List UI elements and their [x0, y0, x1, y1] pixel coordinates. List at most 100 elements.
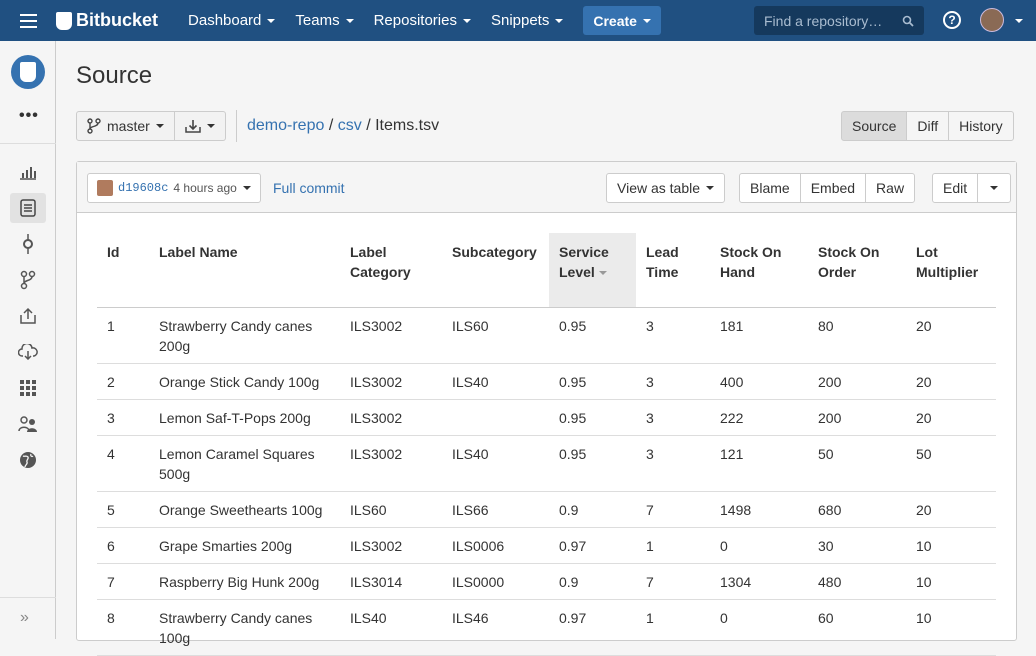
column-header[interactable]: Id	[97, 233, 149, 308]
table-cell: Grape Smarties 200g	[149, 527, 340, 564]
branch-icon	[87, 118, 101, 134]
table-cell: 2	[97, 363, 149, 400]
source-icon[interactable]	[10, 193, 46, 223]
table-cell: 121	[710, 435, 808, 492]
table-row: 7 Raspberry Big Hunk 200g ILS3014 ILS0000 0.…	[97, 563, 996, 600]
download-icon	[185, 120, 201, 133]
users-icon[interactable]	[10, 409, 46, 439]
branches-icon[interactable]	[10, 265, 46, 295]
overview-icon[interactable]	[10, 157, 46, 187]
embed-button[interactable]: Embed	[799, 173, 867, 203]
file-viewer: d19608c 4 hours ago Full commit View as …	[76, 161, 1017, 656]
table-cell: 1	[97, 307, 149, 364]
nav-teams[interactable]: Teams	[285, 0, 363, 41]
table-cell: ILS3002	[340, 527, 442, 564]
table-cell: 5	[97, 491, 149, 528]
column-header-label: Lead Time	[646, 244, 679, 280]
tab-diff[interactable]: Diff	[906, 111, 950, 141]
table-cell: 10	[906, 599, 996, 656]
create-button[interactable]: Create	[583, 6, 661, 35]
table-cell: 0.9	[549, 563, 636, 600]
table-cell: 20	[906, 307, 996, 364]
column-header[interactable]: Label Category	[340, 233, 442, 308]
table-cell: ILS40	[442, 363, 549, 400]
column-header[interactable]: Service Level	[549, 233, 636, 308]
nav-snippets[interactable]: Snippets	[481, 0, 573, 41]
column-header[interactable]: Label Name	[149, 233, 340, 308]
column-header[interactable]: Subcategory	[442, 233, 549, 308]
author-avatar	[97, 180, 113, 196]
table-row: 6 Grape Smarties 200g ILS3002 ILS0006 0.97 1 0…	[97, 527, 996, 564]
table-cell: 0.95	[549, 435, 636, 492]
tab-source[interactable]: Source	[841, 111, 908, 141]
breadcrumb-folder-link[interactable]: csv	[338, 117, 362, 134]
view-mode-group: View as table	[606, 173, 726, 203]
chevron-down-icon[interactable]	[1015, 19, 1023, 23]
help-icon[interactable]: ?	[943, 11, 961, 29]
table-cell: 0.97	[549, 599, 636, 656]
table-cell: 3	[636, 399, 710, 436]
breadcrumb-separator: /	[366, 117, 371, 134]
search-placeholder: Find a repository…	[764, 12, 883, 29]
view-as-label: View as table	[617, 180, 701, 196]
column-header[interactable]: Lot Multiplier	[906, 233, 996, 308]
globe-icon[interactable]	[10, 445, 46, 475]
column-header-label: Lot Multiplier	[916, 244, 979, 280]
chevron-down-icon	[267, 18, 276, 23]
raw-button[interactable]: Raw	[865, 173, 916, 203]
column-header[interactable]: Stock On Hand	[710, 233, 808, 308]
table-cell: 3	[636, 307, 710, 364]
table-cell: 0.9	[549, 491, 636, 528]
table-cell: 3	[97, 399, 149, 436]
nav-dashboard[interactable]: Dashboard	[178, 0, 285, 41]
column-header-label: Id	[107, 244, 120, 260]
repo-avatar[interactable]	[11, 55, 45, 89]
file-header: d19608c 4 hours ago Full commit View as …	[77, 162, 1016, 213]
table-cell: Strawberry Candy canes 200g	[149, 307, 340, 364]
repository-search-input[interactable]: Find a repository…	[754, 6, 924, 35]
help-glyph: ?	[948, 13, 956, 27]
table-cell: ILS0000	[442, 563, 549, 600]
table-cell: 480	[808, 563, 906, 600]
commit-selector[interactable]: d19608c 4 hours ago	[87, 173, 261, 203]
search-icon	[902, 15, 914, 27]
pull-requests-icon[interactable]	[10, 301, 46, 331]
column-header-label: Stock On Hand	[720, 244, 782, 280]
bitbucket-logo[interactable]: Bitbucket	[56, 10, 158, 31]
user-avatar[interactable]	[980, 8, 1004, 32]
downloads-icon[interactable]	[10, 337, 46, 367]
table-cell: 20	[906, 363, 996, 400]
table-cell: ILS40	[340, 599, 442, 656]
nav-repositories[interactable]: Repositories	[364, 0, 481, 41]
expand-sidebar-icon[interactable]: »	[20, 609, 29, 627]
column-header[interactable]: Stock On Order	[808, 233, 906, 308]
table-cell: 20	[906, 491, 996, 528]
apps-grid-icon[interactable]	[10, 373, 46, 403]
table-cell: 20	[906, 399, 996, 436]
column-header[interactable]: Lead Time	[636, 233, 710, 308]
table-cell: 50	[906, 435, 996, 492]
column-header-label: Label Name	[159, 244, 238, 260]
sort-descending-icon	[598, 271, 607, 276]
view-as-table-dropdown[interactable]: View as table	[606, 173, 726, 203]
table-cell: 50	[808, 435, 906, 492]
table-cell: ILS3014	[340, 563, 442, 600]
table-cell: 1	[636, 527, 710, 564]
blame-button[interactable]: Blame	[739, 173, 801, 203]
divider	[0, 143, 56, 144]
tab-history[interactable]: History	[948, 111, 1014, 141]
edit-options-button[interactable]	[977, 173, 1012, 203]
table-cell: 10	[906, 563, 996, 600]
branch-selector[interactable]: master	[76, 111, 175, 141]
more-icon[interactable]: •••	[19, 107, 39, 125]
table-body: 1 Strawberry Candy canes 200g ILS3002 ILS60…	[97, 307, 996, 656]
table-cell: 200	[808, 363, 906, 400]
edit-button[interactable]: Edit	[932, 173, 979, 203]
nav-repositories-label: Repositories	[373, 12, 457, 29]
commits-icon[interactable]	[10, 229, 46, 259]
full-commit-link[interactable]: Full commit	[273, 180, 345, 196]
menu-icon[interactable]	[0, 0, 56, 41]
download-button[interactable]	[174, 111, 226, 141]
table-cell: 680	[808, 491, 906, 528]
breadcrumb-repo-link[interactable]: demo-repo	[247, 117, 324, 134]
